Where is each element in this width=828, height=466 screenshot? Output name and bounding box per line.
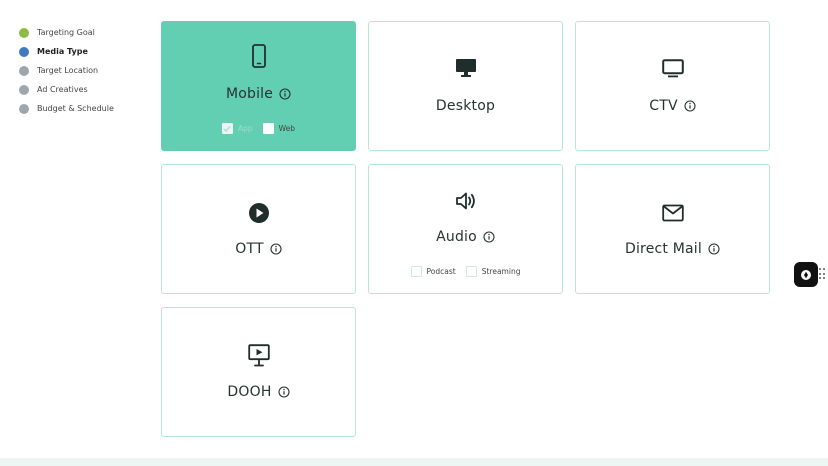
envelope-icon [576, 204, 769, 222]
billboard-play-icon [162, 344, 355, 368]
info-icon[interactable] [483, 231, 495, 243]
step-status-dot [19, 27, 29, 38]
step-ad-creatives[interactable]: Ad Creatives [19, 80, 139, 99]
web-checkbox[interactable] [262, 123, 274, 134]
step-status-dot [19, 84, 29, 95]
media-card-audio[interactable]: Audio Podcast Streaming [368, 164, 563, 294]
media-card-desktop[interactable]: Desktop [368, 21, 563, 151]
option-label: App [237, 124, 253, 133]
info-icon[interactable] [684, 100, 696, 112]
compass-icon [801, 269, 811, 280]
option-web[interactable]: Web [262, 123, 295, 134]
media-card-direct-mail[interactable]: Direct Mail [575, 164, 770, 294]
step-media-type[interactable]: Media Type [19, 42, 139, 61]
media-card-dooh[interactable]: DOOH [161, 307, 356, 437]
media-card-ctv[interactable]: CTV [575, 21, 770, 151]
card-title: DOOH [227, 384, 272, 400]
card-title: Desktop [435, 98, 496, 114]
app-checkbox[interactable] [221, 123, 233, 134]
floating-widget-button[interactable] [794, 262, 818, 287]
steps-sidebar: Targeting Goal Media Type Target Locatio… [19, 23, 139, 118]
info-icon[interactable] [708, 243, 720, 255]
drag-handle[interactable] [819, 268, 825, 280]
card-title: Audio [436, 229, 477, 245]
media-card-ott[interactable]: OTT [161, 164, 356, 294]
smartphone-icon [162, 44, 355, 68]
card-title: OTT [235, 241, 264, 257]
play-circle-icon [162, 202, 355, 224]
step-target-location[interactable]: Target Location [19, 61, 139, 80]
info-icon[interactable] [270, 243, 282, 255]
tv-icon [576, 59, 769, 78]
step-targeting-goal[interactable]: Targeting Goal [19, 23, 139, 42]
step-label: Ad Creatives [37, 85, 88, 94]
streaming-checkbox[interactable] [465, 266, 477, 277]
option-streaming[interactable]: Streaming [465, 266, 521, 277]
card-title: CTV [649, 98, 678, 114]
step-status-dot [19, 46, 29, 57]
speaker-icon [369, 191, 562, 211]
step-budget-schedule[interactable]: Budget & Schedule [19, 99, 139, 118]
step-label: Budget & Schedule [37, 104, 114, 113]
footer-bar [0, 458, 828, 466]
step-status-dot [19, 103, 29, 114]
step-status-dot [19, 65, 29, 76]
info-icon[interactable] [279, 88, 291, 100]
media-card-mobile[interactable]: Mobile App Web [161, 21, 356, 151]
step-label: Target Location [37, 66, 99, 75]
podcast-checkbox[interactable] [410, 266, 422, 277]
card-title: Mobile [225, 86, 274, 102]
option-label: Podcast [426, 267, 456, 276]
option-label: Web [278, 124, 295, 133]
step-label: Media Type [37, 47, 88, 56]
monitor-icon [369, 58, 562, 78]
info-icon[interactable] [278, 386, 290, 398]
option-label: Streaming [481, 267, 521, 276]
step-label: Targeting Goal [37, 28, 95, 37]
option-app[interactable]: App [221, 123, 253, 134]
card-title: Direct Mail [624, 241, 702, 257]
option-podcast[interactable]: Podcast [410, 266, 456, 277]
